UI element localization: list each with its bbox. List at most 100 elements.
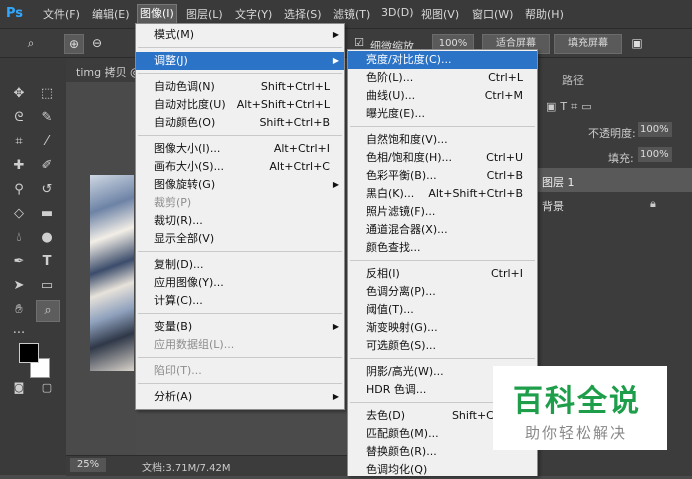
menu-item[interactable]: 反相(I) Ctrl+I [348, 265, 537, 283]
tools-panel: ✥ ⬚ ᘓ ✎ ⌗ ⁄ ✚ ✐ ⚲ ↺ ◇ ▬ 💧︎ ● ✒ T ➤ ▭ ✋︎ … [0, 58, 67, 475]
menu-item-label: 复制(D)... [154, 258, 204, 271]
menu-item[interactable]: 渐变映射(G)... [348, 319, 537, 337]
menu-item-label: 自动颜色(O) [154, 116, 216, 129]
zoom-tool-icon-active[interactable]: ⌕ [36, 300, 60, 322]
menu-item[interactable]: 可选颜色(S)... [348, 337, 537, 355]
menu-item[interactable]: 计算(C)... [136, 292, 344, 310]
lasso-tool-icon[interactable]: ᘓ [8, 108, 30, 128]
menu-item[interactable]: 自动颜色(O) Shift+Ctrl+B [136, 114, 344, 132]
document-tab[interactable]: timg 拷贝 @ [76, 64, 141, 80]
crop-tool-icon[interactable]: ⌗ [8, 132, 30, 152]
menu-item: 应用数据组(L)... [136, 336, 344, 354]
foreground-color-swatch[interactable] [19, 343, 39, 363]
menu-item-label: 色彩平衡(B)... [366, 169, 437, 182]
zoom-out-icon[interactable]: ⊖ [88, 34, 106, 52]
hand-tool-icon[interactable]: ✋︎ [8, 300, 30, 320]
layer-row-1[interactable]: 图层 1 [536, 168, 692, 192]
menu-item-shortcut: Alt+Ctrl+I [273, 142, 330, 155]
layer-filter-icons[interactable]: ▣T⌗▭ [546, 100, 596, 114]
menu-item-label: 反相(I) [366, 267, 400, 280]
menu-item[interactable]: 图像旋转(G) ▶ [136, 176, 344, 194]
menu-item[interactable]: 图像大小(I)... Alt+Ctrl+I [136, 140, 344, 158]
menu-item[interactable]: 亮度/对比度(C)... [348, 51, 537, 69]
menu-item[interactable]: 自动色调(N) Shift+Ctrl+L [136, 78, 344, 96]
pen-tool-icon[interactable]: ✒ [8, 252, 30, 272]
menu-item[interactable]: 阈值(T)... [348, 301, 537, 319]
menu-item-label: 计算(C)... [154, 294, 203, 307]
history-brush-icon[interactable]: ↺ [36, 180, 58, 200]
marquee-tool-icon[interactable]: ⬚ [36, 84, 58, 104]
menu-file[interactable]: 文件(F) [43, 6, 80, 22]
menu-edit[interactable]: 编辑(E) [92, 6, 130, 22]
healing-brush-icon[interactable]: ✚ [8, 156, 30, 176]
menu-item-label: 曝光度(E)... [366, 107, 426, 120]
menu-view[interactable]: 视图(V) [421, 6, 459, 22]
menu-item[interactable]: 应用图像(Y)... [136, 274, 344, 292]
screen-mode-icon[interactable]: ▢ [36, 378, 58, 398]
menu-item-label: 替换颜色(R)... [366, 445, 437, 458]
zoom-level[interactable]: 25% [70, 458, 106, 472]
menu-item[interactable]: 画布大小(S)... Alt+Ctrl+C [136, 158, 344, 176]
dodge-tool-icon[interactable]: ● [36, 228, 58, 248]
menu-item[interactable]: 曝光度(E)... [348, 105, 537, 123]
rectangle-tool-icon[interactable]: ▭ [36, 276, 58, 296]
document-size-info: 文档:3.71M/7.42M [142, 463, 231, 474]
menu-item[interactable]: 色阶(L)... Ctrl+L [348, 69, 537, 87]
menu-item[interactable]: 自动对比度(U) Alt+Shift+Ctrl+L [136, 96, 344, 114]
menu-item-label: 可选颜色(S)... [366, 339, 437, 352]
menu-image[interactable]: 图像(I) [137, 4, 177, 24]
quick-mask-icon[interactable]: ◙ [8, 378, 30, 398]
menu-item[interactable]: 色调分离(P)... [348, 283, 537, 301]
menu-separator [138, 135, 342, 136]
path-selection-icon[interactable]: ➤ [8, 276, 30, 296]
menu-item[interactable]: 自然饱和度(V)... [348, 131, 537, 149]
menu-item[interactable]: 显示全部(V) [136, 230, 344, 248]
menu-item[interactable]: 色彩平衡(B)... Ctrl+B [348, 167, 537, 185]
fill-screen-button[interactable]: 填充屏幕 [554, 34, 622, 54]
eyedropper-tool-icon[interactable]: ⁄ [36, 132, 58, 152]
menu-layer[interactable]: 图层(L) [186, 6, 223, 22]
menu-select[interactable]: 选择(S) [284, 6, 322, 22]
zoom-tool-icon[interactable]: ⌕ [22, 34, 40, 52]
menu-item-label: 色阶(L)... [366, 71, 414, 84]
move-tool-icon[interactable]: ✥ [8, 84, 30, 104]
menu-item[interactable]: 色调均化(Q) [348, 461, 537, 479]
menu-item[interactable]: 黑白(K)... Alt+Shift+Ctrl+B [348, 185, 537, 203]
layer-row-background[interactable]: 背景 🔒︎ [536, 192, 692, 216]
menu-item[interactable]: 裁切(R)... [136, 212, 344, 230]
gradient-tool-icon[interactable]: ▬ [36, 204, 58, 224]
more-tools-icon[interactable]: ··· [8, 324, 30, 344]
blur-tool-icon[interactable]: 💧︎ [8, 228, 30, 248]
opacity-field[interactable]: 100% [638, 122, 672, 137]
brush-tool-icon[interactable]: ✐ [36, 156, 58, 176]
zoom-in-icon[interactable]: ⊕ [64, 34, 84, 54]
menu-item[interactable]: 变量(B) ▶ [136, 318, 344, 336]
menu-item[interactable]: 曲线(U)... Ctrl+M [348, 87, 537, 105]
menu-3d[interactable]: 3D(D) [381, 6, 414, 19]
menu-separator [350, 260, 535, 261]
menu-item[interactable]: 分析(A) ▶ [136, 388, 344, 406]
quick-select-icon[interactable]: ✎ [36, 108, 58, 128]
menu-item[interactable]: 照片滤镜(F)... [348, 203, 537, 221]
clone-stamp-icon[interactable]: ⚲ [8, 180, 30, 200]
menu-item[interactable]: 调整(J) ▶ [136, 52, 344, 70]
menu-separator [350, 358, 535, 359]
document-image [90, 175, 134, 371]
menu-item[interactable]: 模式(M) ▶ [136, 26, 344, 44]
fill-field[interactable]: 100% [638, 147, 672, 162]
type-tool-icon[interactable]: T [36, 252, 58, 272]
menu-help[interactable]: 帮助(H) [525, 6, 564, 22]
tab-paths[interactable]: 路径 [562, 72, 584, 88]
menu-item[interactable]: 通道混合器(X)... [348, 221, 537, 239]
panel-options-icon[interactable]: ▣ [628, 34, 646, 52]
menu-item[interactable]: 颜色查找... [348, 239, 537, 257]
menu-filter[interactable]: 滤镜(T) [333, 6, 370, 22]
menu-item[interactable]: 色相/饱和度(H)... Ctrl+U [348, 149, 537, 167]
menu-item-label: 自动对比度(U) [154, 98, 226, 111]
menu-item-label: 显示全部(V) [154, 232, 215, 245]
menu-type[interactable]: 文字(Y) [235, 6, 272, 22]
menu-item[interactable]: 复制(D)... [136, 256, 344, 274]
menu-item-label: 画布大小(S)... [154, 160, 225, 173]
eraser-tool-icon[interactable]: ◇ [8, 204, 30, 224]
menu-window[interactable]: 窗口(W) [472, 6, 513, 22]
